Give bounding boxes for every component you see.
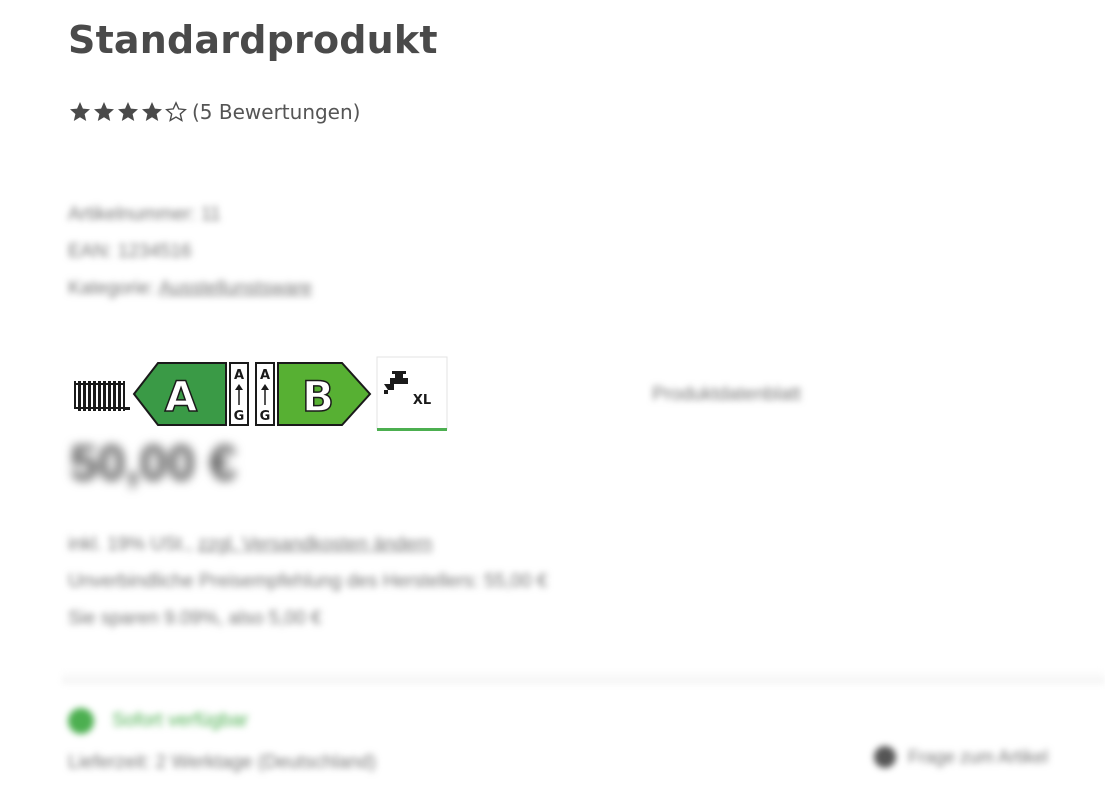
energy-scale-left: A G (229, 362, 249, 426)
stock-status-icon (68, 708, 94, 734)
stock-status: Sofort verfügbar (68, 708, 248, 734)
section-divider (62, 670, 1105, 684)
question-text[interactable]: Frage zum Artikel (908, 747, 1048, 768)
star-empty-icon (165, 101, 187, 122)
water-tap-icon: XL (376, 356, 448, 431)
savings-line: Sie sparen 9.09%, also 5,00 € (68, 608, 322, 629)
category-link[interactable]: Ausstellunstsware (159, 278, 312, 299)
category: Kategorie: Ausstellunstsware (68, 270, 312, 307)
star-filled-icon (94, 102, 114, 121)
rating-count[interactable]: (5 Bewertungen) (192, 100, 360, 124)
datasheet-link[interactable]: Produktdatenblatt (652, 384, 801, 406)
star-filled-icon (118, 102, 138, 121)
energy-label-right-class[interactable]: B (276, 359, 372, 429)
product-title: Standardprodukt (68, 18, 438, 62)
stock-status-text: Sofort verfügbar (112, 710, 249, 731)
product-price: 50,00 € (70, 435, 237, 491)
shipping-link[interactable]: zzgl. Versandkosten ändern (198, 534, 433, 555)
scale-top-right: A (260, 368, 270, 383)
rating-stars (68, 100, 188, 124)
energy-class-left: A (165, 372, 198, 421)
delivery-time: Lieferzeit: 2 Werktage (Deutschland) (68, 752, 377, 773)
scale-top-left: A (234, 368, 244, 383)
question-icon (874, 746, 896, 768)
scale-bottom-left: G (234, 409, 245, 424)
rrp-line: Unverbindliche Preisempfehlung des Herst… (68, 571, 548, 592)
product-meta: Artikelnummer: 11 EAN: 1234516 Kategorie… (68, 196, 312, 307)
star-filled-icon (70, 102, 90, 121)
scale-bottom-right: G (260, 409, 271, 424)
question-button[interactable]: Frage zum Artikel (874, 746, 1048, 768)
tax-prefix: inkl. 19% USt., (68, 534, 193, 555)
energy-label-left-class[interactable]: A (132, 359, 228, 429)
article-number: Artikelnummer: 11 (68, 204, 221, 225)
tax-info: inkl. 19% USt., zzgl. Versandkosten ände… (68, 526, 547, 637)
tap-size: XL (413, 393, 431, 408)
radiator-icon (74, 381, 130, 411)
star-filled-icon (142, 102, 162, 121)
category-label: Kategorie: (68, 278, 155, 299)
tax-line: inkl. 19% USt., zzgl. Versandkosten ände… (68, 526, 547, 563)
energy-scale-right: A G (255, 362, 275, 426)
energy-labels[interactable]: A A G A G B XL (72, 356, 448, 432)
energy-class-right: B (302, 372, 334, 421)
product-detail-page: Standardprodukt (5 Bewertungen) Artikeln… (0, 0, 1105, 803)
rating[interactable]: (5 Bewertungen) (68, 100, 360, 124)
ean: EAN: 1234516 (68, 241, 192, 262)
